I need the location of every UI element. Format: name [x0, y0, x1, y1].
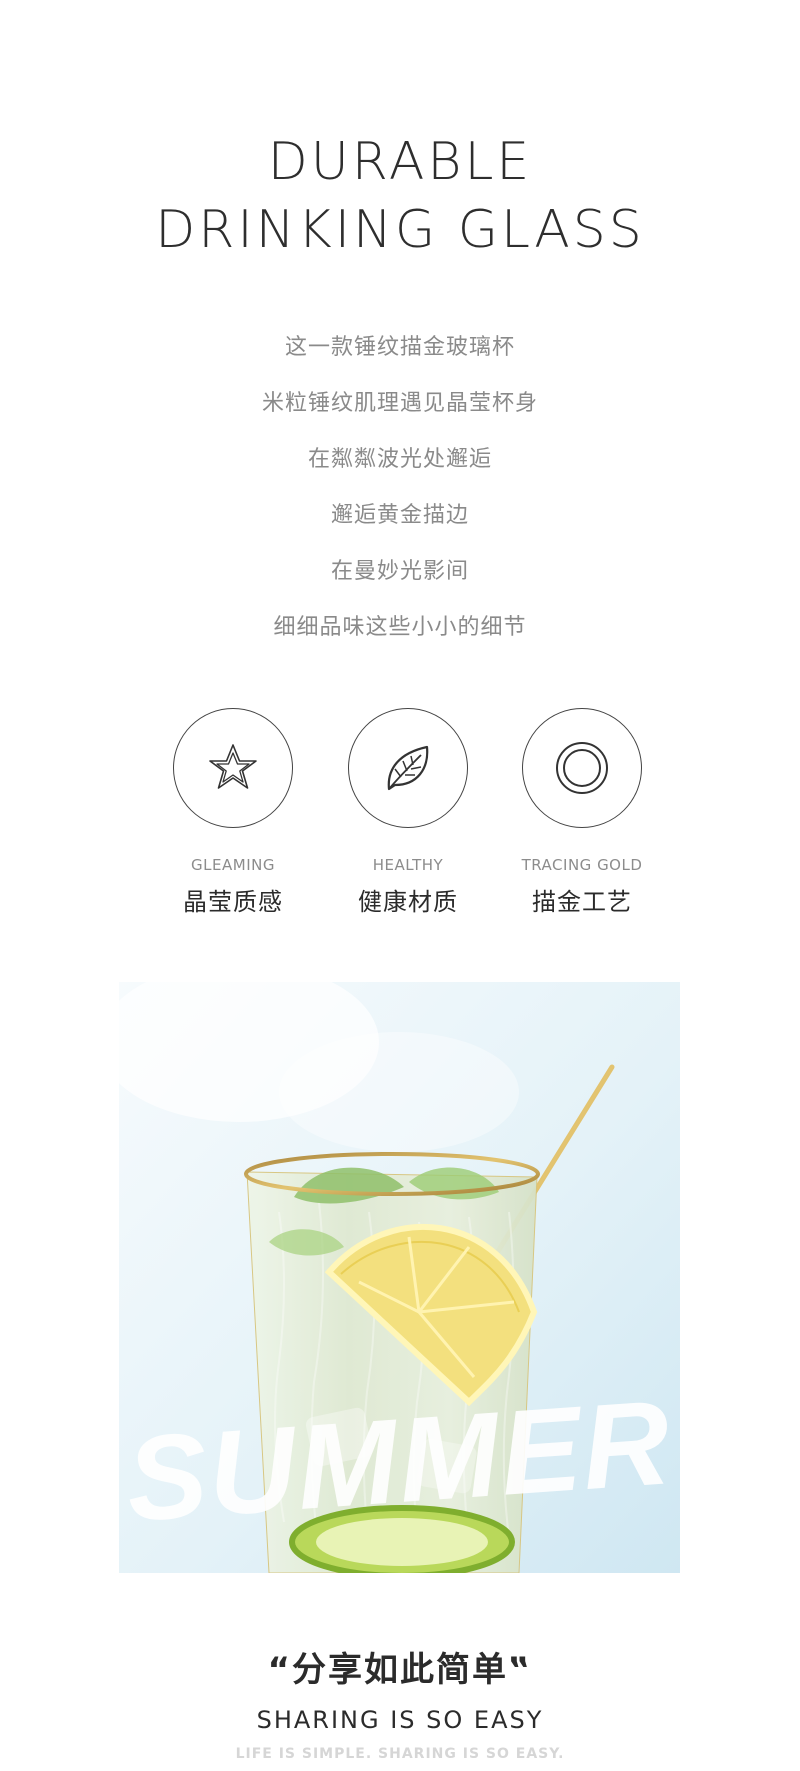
feature-list: GLEAMING 晶莹质感 HEALTHY 健康材质 TRACING GOLD …	[0, 708, 800, 918]
headline: DURABLE DRINKING GLASS	[0, 128, 800, 264]
feature-cn-label: 晶莹质感	[183, 888, 283, 916]
feature-cn-label: 描金工艺	[532, 888, 632, 916]
headline-line-2: DRINKING GLASS	[155, 200, 645, 260]
feature-tracing-gold: TRACING GOLD 描金工艺	[492, 708, 672, 917]
feature-en-label: GLEAMING	[191, 856, 275, 874]
poem-line: 这一款锤纹描金玻璃杯	[284, 335, 515, 360]
glass-illustration: SUMMER	[119, 982, 680, 1573]
star-icon	[209, 744, 257, 789]
poem-line: 在曼妙光影间	[330, 559, 469, 584]
poem-line: 在粼粼波光处邂逅	[307, 447, 492, 472]
poem-text: 这一款锤纹描金玻璃杯 米粒锤纹肌理遇见晶莹杯身 在粼粼波光处邂逅 邂逅黄金描边 …	[0, 320, 800, 656]
product-photo: SUMMER	[119, 982, 680, 1573]
feature-circle	[173, 708, 293, 828]
poem-line: 细细品味这些小小的细节	[273, 615, 527, 640]
feature-cn-label: 健康材质	[358, 888, 458, 916]
ring-icon	[556, 742, 608, 794]
leaf-icon	[387, 745, 429, 791]
quote-title: “分享如此简单‟	[267, 1650, 533, 1690]
quote-subtitle: SHARING IS SO EASY	[256, 1706, 544, 1734]
feature-circle	[522, 708, 642, 828]
footer-section: “分享如此简单‟ SHARING IS SO EASY LIFE IS SIMP…	[0, 1648, 800, 1762]
feature-gleaming: GLEAMING 晶莹质感	[143, 708, 323, 917]
quote-tagline: LIFE IS SIMPLE. SHARING IS SO EASY.	[235, 1746, 565, 1762]
feature-healthy: HEALTHY 健康材质	[318, 708, 498, 917]
feature-circle	[348, 708, 468, 828]
headline-line-1: DURABLE	[267, 132, 533, 192]
poem-line: 米粒锤纹肌理遇见晶莹杯身	[261, 391, 538, 416]
feature-en-label: TRACING GOLD	[521, 856, 643, 874]
poem-line: 邂逅黄金描边	[330, 503, 469, 528]
product-detail-page: DURABLE DRINKING GLASS 这一款锤纹描金玻璃杯 米粒锤纹肌理…	[0, 0, 800, 1771]
feature-en-label: HEALTHY	[372, 856, 444, 874]
